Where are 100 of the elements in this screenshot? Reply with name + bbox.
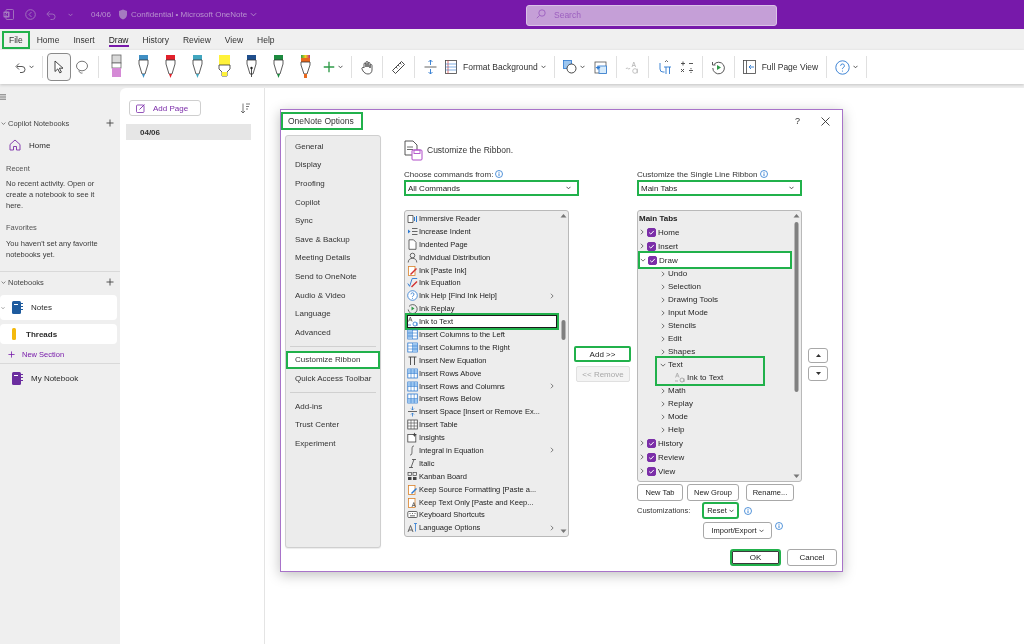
table-row-icon	[407, 393, 418, 405]
ribbon-dropdown[interactable]: Main Tabs	[637, 180, 802, 196]
sparkle-page-icon	[407, 432, 418, 444]
tree-item[interactable]: Mode	[638, 410, 792, 423]
tree-item[interactable]: Text	[657, 358, 763, 371]
checkbox[interactable]	[647, 227, 656, 237]
nav-item[interactable]: General	[286, 137, 380, 156]
house-icon	[9, 139, 21, 151]
tree-item[interactable]: Review	[638, 450, 792, 464]
full-page-button[interactable]: Full Page View	[738, 53, 823, 81]
scrollbar[interactable]	[559, 211, 568, 536]
keyboard-icon	[407, 509, 418, 521]
nav-item[interactable]: Sync	[286, 211, 380, 230]
notebook-item[interactable]: My Notebook	[0, 370, 117, 386]
chevron-down-icon	[250, 11, 258, 18]
nav-item[interactable]: Add-ins	[286, 396, 380, 416]
nav-item[interactable]: Experiment	[286, 433, 380, 453]
clipboard-brush-icon	[407, 483, 418, 495]
up-triangle-icon	[815, 354, 821, 357]
tree-item[interactable]: Undo	[638, 267, 792, 280]
tree-item[interactable]: Stencils	[638, 319, 792, 332]
caret-icon	[579, 65, 585, 69]
lasso-icon	[75, 59, 90, 75]
table-column-icon	[407, 341, 418, 353]
tree-item[interactable]: Replay	[638, 397, 792, 410]
clipboard-pen-icon	[407, 264, 418, 276]
checkbox[interactable]	[648, 255, 657, 265]
menu-tab[interactable]: Home	[29, 30, 67, 49]
caret-icon	[789, 186, 794, 190]
tree-item[interactable]: Math	[638, 384, 792, 397]
shield-icon	[118, 9, 129, 20]
nav-item[interactable]: Proofing	[286, 174, 380, 193]
caret-icon	[68, 12, 73, 17]
nav-item[interactable]: Copilot	[286, 192, 380, 212]
tree-item[interactable]: Home	[638, 225, 792, 239]
add-button[interactable]: Add >>	[574, 346, 631, 362]
tree-item[interactable]: Draw	[638, 251, 792, 269]
nav-item[interactable]: Customize Ribbon	[286, 350, 380, 370]
sort-icon[interactable]	[240, 102, 250, 114]
menu-tab[interactable]: View	[217, 30, 251, 49]
caret-icon	[853, 65, 859, 69]
checkbox[interactable]	[647, 452, 656, 462]
tree-item[interactable]: Drawing Tools	[638, 293, 792, 306]
cancel-button[interactable]: Cancel	[787, 549, 837, 566]
help-button[interactable]: ?	[792, 116, 803, 126]
tree-item[interactable]: Edit	[638, 332, 792, 345]
close-button[interactable]	[820, 115, 831, 127]
ribbon-page-icon	[404, 139, 423, 161]
tree-item[interactable]: Help	[638, 423, 792, 436]
tree-item[interactable]: Selection	[638, 280, 792, 293]
kanban-icon	[407, 470, 418, 482]
nav-item[interactable]: Language	[286, 304, 380, 323]
ruler-icon	[391, 59, 406, 75]
home-item[interactable]: Home	[0, 137, 117, 153]
pointer-tool-button[interactable]	[47, 53, 71, 81]
menu-tab[interactable]: Insert	[66, 30, 102, 49]
reader-icon	[407, 212, 418, 224]
menu-tab[interactable]: File	[2, 30, 30, 49]
menu-tab[interactable]: Review	[175, 30, 218, 49]
tree-item[interactable]: History	[638, 436, 792, 450]
nav-item[interactable]: Trust Center	[286, 415, 380, 434]
nav-item[interactable]: Save & Backup	[286, 229, 380, 249]
checkbox[interactable]	[647, 241, 656, 251]
checkbox[interactable]	[647, 466, 656, 476]
commands-dropdown[interactable]: All Commands	[404, 180, 579, 196]
move-down-button[interactable]	[808, 366, 828, 381]
tree-item[interactable]: Input Mode	[638, 306, 792, 319]
nav-item[interactable]: Audio & Video	[286, 285, 380, 305]
move-up-button[interactable]	[808, 348, 828, 363]
nav-item[interactable]: Send to OneNote	[286, 267, 380, 286]
section-heading: Customize the Ribbon.	[427, 145, 513, 155]
checkbox[interactable]	[647, 438, 656, 448]
caret-icon	[29, 65, 34, 69]
menu-tab[interactable]: Help	[250, 30, 282, 49]
ok-button[interactable]: OK	[730, 549, 781, 566]
tree-item[interactable]: Insert	[638, 239, 792, 253]
nav-item[interactable]: Advanced	[286, 322, 380, 342]
info-icon	[775, 522, 783, 530]
nav-item[interactable]: Meeting Details	[286, 248, 380, 268]
dialog-title: OneNote Options	[281, 112, 363, 130]
scrollbar[interactable]	[792, 211, 801, 481]
table-column-icon	[407, 328, 418, 340]
field-label: Choose commands from:	[404, 169, 494, 179]
info-icon	[759, 170, 768, 178]
tree-item[interactable]: View	[638, 464, 792, 478]
tree-item[interactable]: Shapes	[638, 345, 792, 358]
add-page-button[interactable]: Add Page	[129, 100, 201, 116]
nav-item[interactable]: Quick Access Toolbar	[286, 369, 380, 388]
page-item[interactable]: 04/06	[126, 124, 251, 140]
page-icon	[407, 238, 418, 250]
nav-item[interactable]: Display	[286, 155, 380, 175]
pi-arrow-icon	[656, 59, 672, 75]
clipboard-letter-icon	[407, 496, 418, 508]
section-item[interactable]: Threads	[0, 324, 117, 344]
format-background-button[interactable]: Format Background	[441, 53, 550, 81]
tree-item[interactable]: Ink to Text	[657, 371, 763, 384]
menu-tab[interactable]: History	[135, 30, 176, 49]
page-date: 04/06	[91, 10, 112, 19]
math-operators-icon	[679, 60, 694, 74]
notebook-item[interactable]: Notes	[0, 295, 117, 320]
